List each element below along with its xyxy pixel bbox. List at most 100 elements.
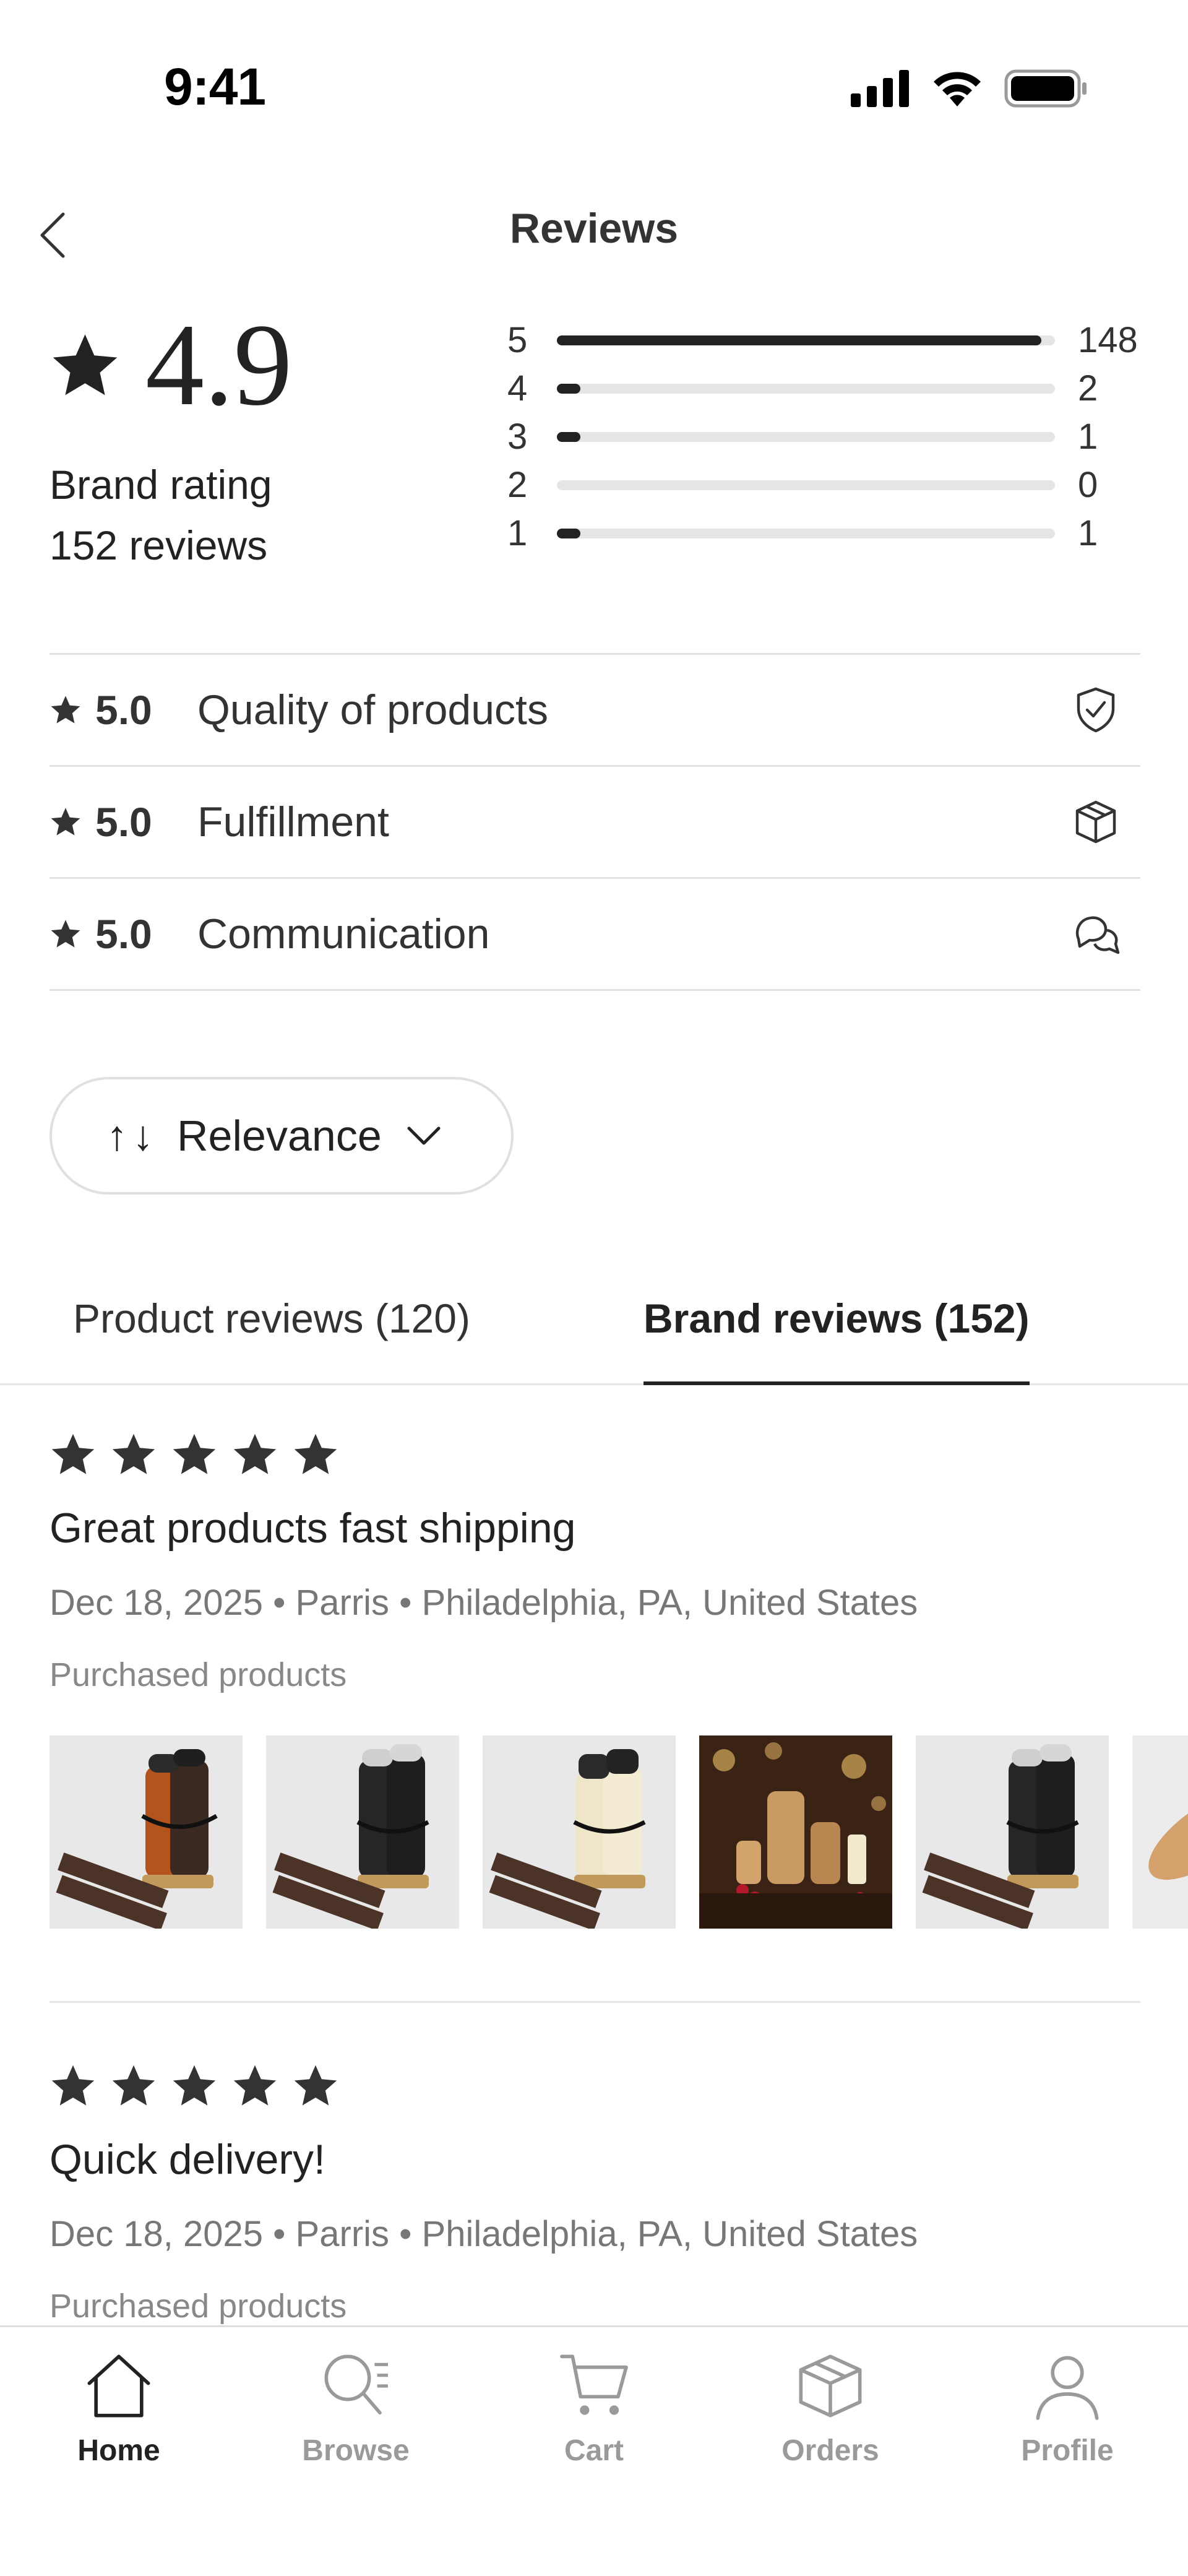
distribution-count: 1 bbox=[1078, 417, 1098, 457]
cart-icon bbox=[560, 2354, 628, 2415]
brand-rating-label: Brand rating bbox=[50, 462, 272, 508]
purchased-products-carousel[interactable] bbox=[50, 1735, 1188, 1929]
star-icon bbox=[173, 1433, 216, 1474]
home-icon bbox=[87, 2354, 150, 2418]
review-count: 152 reviews bbox=[50, 522, 268, 568]
distribution-stars: 3 bbox=[507, 417, 528, 457]
box-icon bbox=[1075, 800, 1116, 844]
nav-label: Orders bbox=[781, 2434, 879, 2467]
nav-cart[interactable]: Cart bbox=[501, 2346, 687, 2468]
category-score: 5.0 bbox=[95, 799, 152, 845]
distribution-row: 3 1 bbox=[507, 411, 1163, 459]
star-icon bbox=[53, 334, 118, 395]
distribution-bar bbox=[557, 432, 1055, 442]
box-icon bbox=[799, 2354, 862, 2418]
sort-label: Relevance bbox=[177, 1112, 382, 1160]
star-icon bbox=[233, 2065, 277, 2106]
distribution-stars: 1 bbox=[507, 513, 528, 553]
star-icon bbox=[294, 1433, 337, 1474]
product-thumbnail[interactable] bbox=[699, 1735, 892, 1929]
sort-arrows-icon: ↑↓ bbox=[106, 1112, 158, 1159]
category-row-communication: 5.0 Communication bbox=[50, 879, 1140, 991]
search-icon bbox=[324, 2354, 388, 2415]
star-icon bbox=[294, 2065, 337, 2106]
category-row-fulfillment: 5.0 Fulfillment bbox=[50, 767, 1140, 879]
review-meta: Dec 18, 2025 • Parris • Philadelphia, PA… bbox=[50, 2214, 918, 2254]
sort-button[interactable]: ↑↓ Relevance bbox=[50, 1077, 514, 1195]
bottom-nav: Home Browse Cart Orders Profile bbox=[0, 2325, 1188, 2576]
purchased-products-label: Purchased products bbox=[50, 1656, 347, 1693]
review-card: Great products fast shipping Dec 18, 202… bbox=[50, 1430, 1140, 1694]
star-icon bbox=[51, 1433, 95, 1474]
product-thumbnail[interactable] bbox=[483, 1735, 676, 1929]
match-jar-black-image bbox=[266, 1735, 459, 1929]
review-stars bbox=[50, 1430, 1140, 1479]
distribution-stars: 5 bbox=[507, 320, 528, 360]
nav-label: Cart bbox=[564, 2434, 624, 2467]
distribution-bar-fill bbox=[557, 529, 580, 538]
review-card: Quick delivery! Dec 18, 2025 • Parris • … bbox=[50, 2061, 1140, 2325]
review-divider bbox=[50, 2001, 1140, 2003]
status-bar: 9:41 bbox=[0, 0, 1188, 173]
distribution-count: 1 bbox=[1078, 513, 1098, 553]
shield-check-icon bbox=[1077, 687, 1115, 733]
category-ratings: 5.0 Quality of products 5.0 Fulfillment … bbox=[50, 653, 1140, 991]
star-icon bbox=[112, 1433, 155, 1474]
distribution-bar bbox=[557, 529, 1055, 538]
page-title: Reviews bbox=[509, 205, 679, 252]
product-thumbnail[interactable] bbox=[50, 1735, 243, 1929]
review-stars bbox=[50, 2061, 1140, 2111]
distribution-bar bbox=[557, 335, 1055, 345]
nav-home[interactable]: Home bbox=[26, 2346, 212, 2468]
nav-label: Profile bbox=[1021, 2434, 1114, 2467]
star-icon bbox=[51, 2065, 95, 2106]
review-title: Quick delivery! bbox=[50, 2136, 325, 2183]
distribution-bar-fill bbox=[557, 384, 580, 394]
category-name: Fulfillment bbox=[197, 798, 389, 845]
tab-brand-reviews[interactable]: Brand reviews (152) bbox=[644, 1281, 1030, 1385]
tab-product-reviews[interactable]: Product reviews (120) bbox=[73, 1281, 470, 1385]
category-score: 5.0 bbox=[95, 687, 152, 733]
nav-label: Browse bbox=[302, 2434, 410, 2467]
battery-icon bbox=[1004, 69, 1087, 108]
cork-lid-image bbox=[1132, 1735, 1188, 1929]
star-icon bbox=[173, 2065, 216, 2106]
review-tabs: Product reviews (120) Brand reviews (152… bbox=[0, 1281, 1188, 1385]
signal-icon bbox=[851, 70, 909, 107]
distribution-stars: 4 bbox=[507, 368, 528, 408]
rating-value: 4.9 bbox=[145, 300, 293, 430]
star-icon bbox=[51, 920, 80, 948]
star-icon bbox=[233, 1433, 277, 1474]
product-thumbnail[interactable] bbox=[266, 1735, 459, 1929]
nav-browse[interactable]: Browse bbox=[263, 2346, 449, 2468]
product-thumbnail[interactable] bbox=[916, 1735, 1109, 1929]
nav-profile[interactable]: Profile bbox=[975, 2346, 1160, 2468]
nav-orders[interactable]: Orders bbox=[738, 2346, 923, 2468]
distribution-bar bbox=[557, 384, 1055, 394]
product-thumbnail[interactable] bbox=[1132, 1735, 1188, 1929]
review-meta: Dec 18, 2025 • Parris • Philadelphia, PA… bbox=[50, 1583, 918, 1623]
match-jar-black-image bbox=[916, 1735, 1109, 1929]
overall-rating: 4.9 bbox=[50, 306, 293, 424]
holiday-scene-image bbox=[699, 1735, 892, 1929]
category-score: 5.0 bbox=[95, 911, 152, 957]
distribution-row: 1 1 bbox=[507, 508, 1163, 556]
match-jar-brown-image bbox=[50, 1735, 243, 1929]
chevron-down-icon bbox=[407, 1126, 441, 1145]
distribution-count: 0 bbox=[1078, 465, 1098, 505]
status-icons bbox=[851, 67, 1087, 110]
star-icon bbox=[51, 808, 80, 836]
purchased-products-label: Purchased products bbox=[50, 2288, 347, 2325]
distribution-row: 4 2 bbox=[507, 363, 1163, 411]
wifi-icon bbox=[934, 72, 981, 106]
distribution-count: 2 bbox=[1078, 368, 1098, 408]
distribution-bar bbox=[557, 480, 1055, 490]
status-time: 9:41 bbox=[164, 58, 266, 116]
category-name: Quality of products bbox=[197, 686, 548, 733]
star-icon bbox=[112, 2065, 155, 2106]
match-jar-cream-image bbox=[483, 1735, 676, 1929]
nav-label: Home bbox=[77, 2434, 160, 2467]
rating-distribution: 5 148 4 2 3 1 2 0 1 1 bbox=[507, 314, 1163, 556]
review-title: Great products fast shipping bbox=[50, 1505, 576, 1552]
distribution-bar-fill bbox=[557, 432, 580, 442]
